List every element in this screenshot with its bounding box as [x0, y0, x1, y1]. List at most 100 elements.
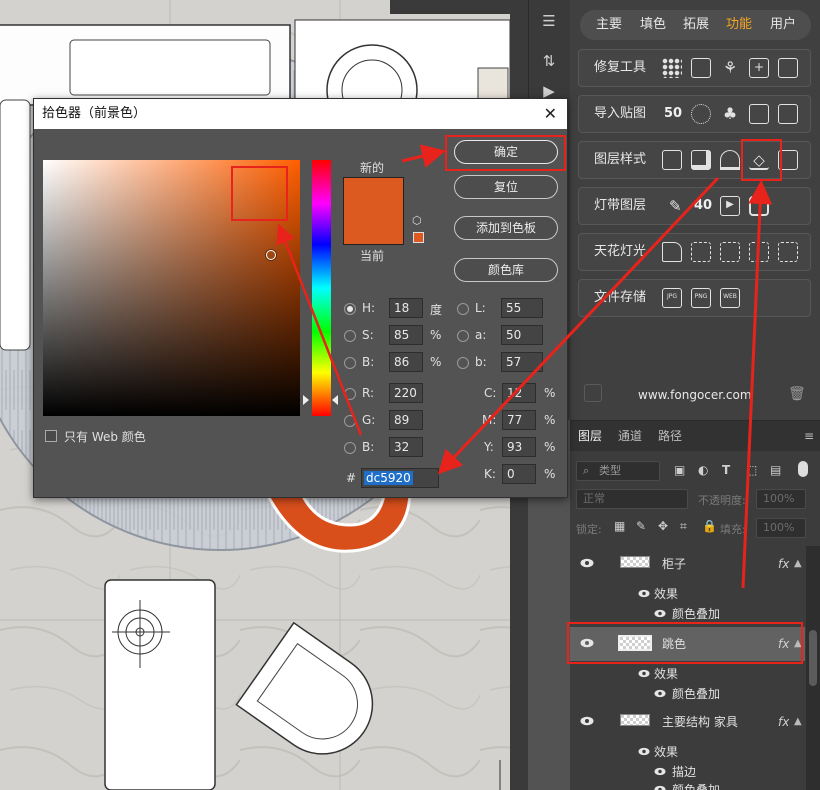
- paint-bucket-icon[interactable]: ◇: [749, 150, 769, 170]
- cactus-icon[interactable]: ⚘: [720, 58, 740, 78]
- eye-icon[interactable]: [580, 638, 594, 648]
- a-input[interactable]: 50: [501, 325, 543, 345]
- lock-all-icon[interactable]: 🔒: [702, 519, 717, 533]
- eye-icon[interactable]: [638, 589, 650, 598]
- layer-row[interactable]: 柜子 fx ▲: [570, 547, 805, 583]
- eye-icon[interactable]: [580, 716, 594, 726]
- web-safe-swatch[interactable]: [413, 232, 424, 243]
- scrollbar-thumb[interactable]: [809, 630, 817, 686]
- effect-row[interactable]: 颜色叠加: [570, 603, 805, 623]
- frame-icon[interactable]: [778, 58, 798, 78]
- hue-slider[interactable]: [312, 160, 331, 416]
- m-input[interactable]: 77: [502, 410, 536, 430]
- effect-row[interactable]: 颜色叠加: [570, 779, 805, 790]
- layer-row-selected[interactable]: 跳色 fx ▲: [570, 627, 805, 661]
- k-input[interactable]: 0: [502, 464, 536, 484]
- filter-type-icon[interactable]: T: [722, 463, 730, 477]
- light-strip-value[interactable]: 40: [694, 188, 712, 224]
- chevron-up-icon[interactable]: ▲: [794, 547, 802, 581]
- chevron-up-icon[interactable]: ▲: [794, 627, 802, 661]
- chevron-up-icon[interactable]: ▲: [794, 705, 802, 739]
- close-icon[interactable]: ✕: [544, 99, 557, 129]
- blue-input[interactable]: 32: [389, 437, 423, 457]
- radio-h[interactable]: [344, 303, 356, 315]
- reset-button[interactable]: 复位: [454, 175, 558, 199]
- dome-icon[interactable]: [720, 150, 740, 170]
- g-input[interactable]: 89: [389, 410, 423, 430]
- tree-icon[interactable]: ♣: [720, 104, 740, 124]
- y-input[interactable]: 93: [502, 437, 536, 457]
- layers-stack-icon[interactable]: [778, 150, 798, 170]
- eye-icon[interactable]: [638, 747, 650, 756]
- filter-pixel-icon[interactable]: ▣: [674, 463, 685, 477]
- image-icon-2[interactable]: [778, 104, 798, 124]
- adjustments-icon[interactable]: ☰: [538, 10, 560, 32]
- pencil-icon[interactable]: ✎: [669, 196, 689, 216]
- plugin-tab-user[interactable]: 用户: [770, 10, 796, 40]
- l-input[interactable]: 55: [501, 298, 543, 318]
- lock-transparent-icon[interactable]: ▦: [614, 519, 625, 533]
- play-box-icon[interactable]: ▶: [720, 196, 740, 216]
- c-input[interactable]: 12: [502, 383, 536, 403]
- opacity-input[interactable]: 100%: [756, 489, 806, 509]
- fx-icon[interactable]: fx: [778, 627, 789, 661]
- current-color-swatch[interactable]: [343, 211, 404, 245]
- add-frame-icon[interactable]: +: [749, 58, 769, 78]
- image-icon[interactable]: [749, 104, 769, 124]
- eye-icon[interactable]: [654, 785, 666, 790]
- radio-blue[interactable]: [344, 442, 356, 454]
- color-libraries-button[interactable]: 颜色库: [454, 258, 558, 282]
- plugin-tab-functions[interactable]: 功能: [726, 10, 752, 40]
- eye-icon[interactable]: [654, 609, 666, 618]
- h-input[interactable]: 18: [389, 298, 423, 318]
- s-input[interactable]: 85: [389, 325, 423, 345]
- panel-light-icon[interactable]: [778, 242, 798, 262]
- record-icon[interactable]: [749, 196, 769, 216]
- web-safe-cube-icon[interactable]: ⬡: [412, 215, 424, 227]
- effects-row[interactable]: 效果: [570, 583, 805, 603]
- radio-s[interactable]: [344, 330, 356, 342]
- web-only-checkbox[interactable]: [45, 430, 57, 442]
- color-field[interactable]: [43, 160, 300, 416]
- hex-input[interactable]: dc5920: [361, 468, 439, 488]
- layers-scrollbar[interactable]: [806, 546, 820, 790]
- radio-g[interactable]: [344, 415, 356, 427]
- lock-paint-icon[interactable]: ✎: [636, 519, 646, 533]
- plugin-tab-main[interactable]: 主要: [596, 10, 622, 40]
- fx-icon[interactable]: fx: [778, 705, 789, 739]
- r-input[interactable]: 220: [389, 383, 423, 403]
- grid-dots-icon[interactable]: [662, 58, 682, 78]
- shadow-icon[interactable]: [691, 150, 711, 170]
- lab-b-input[interactable]: 57: [501, 352, 543, 372]
- dialog-title-bar[interactable]: 拾色器（前景色） ✕: [34, 99, 567, 129]
- effect-row[interactable]: 颜色叠加: [570, 683, 805, 703]
- layer-kind-filter[interactable]: ⌕ 类型: [576, 461, 660, 481]
- sun-icon[interactable]: [691, 104, 711, 124]
- radio-a[interactable]: [457, 330, 469, 342]
- tab-layers[interactable]: 图层: [578, 421, 602, 451]
- strip-light-icon[interactable]: [720, 242, 740, 262]
- save-png-icon[interactable]: PNG: [691, 288, 711, 308]
- filter-adjustment-icon[interactable]: ◐: [698, 463, 708, 477]
- panel-icon[interactable]: [691, 58, 711, 78]
- website-link[interactable]: www.fongocer.com: [638, 388, 752, 402]
- eye-icon[interactable]: [638, 669, 650, 678]
- hue-slider-handle-left[interactable]: [303, 395, 309, 405]
- eye-icon[interactable]: [580, 558, 594, 568]
- save-web-icon[interactable]: WEB: [720, 288, 740, 308]
- eye-icon[interactable]: [654, 767, 666, 776]
- radio-l[interactable]: [457, 303, 469, 315]
- tab-paths[interactable]: 路径: [658, 421, 682, 451]
- texture-size-value[interactable]: 50: [664, 96, 682, 132]
- plugin-tab-extend[interactable]: 拓展: [683, 10, 709, 40]
- ok-button[interactable]: 确定: [454, 140, 558, 164]
- add-to-swatches-button[interactable]: 添加到色板: [454, 216, 558, 240]
- save-jpg-icon[interactable]: JPG: [662, 288, 682, 308]
- blend-mode-select[interactable]: 正常: [576, 489, 688, 509]
- b-input[interactable]: 86: [389, 352, 423, 372]
- hue-slider-handle-right[interactable]: [332, 395, 338, 405]
- fill-input[interactable]: 100%: [756, 518, 806, 538]
- radio-r[interactable]: [344, 388, 356, 400]
- properties-icon[interactable]: ⇅: [538, 50, 560, 72]
- effect-row[interactable]: 描边: [570, 761, 805, 781]
